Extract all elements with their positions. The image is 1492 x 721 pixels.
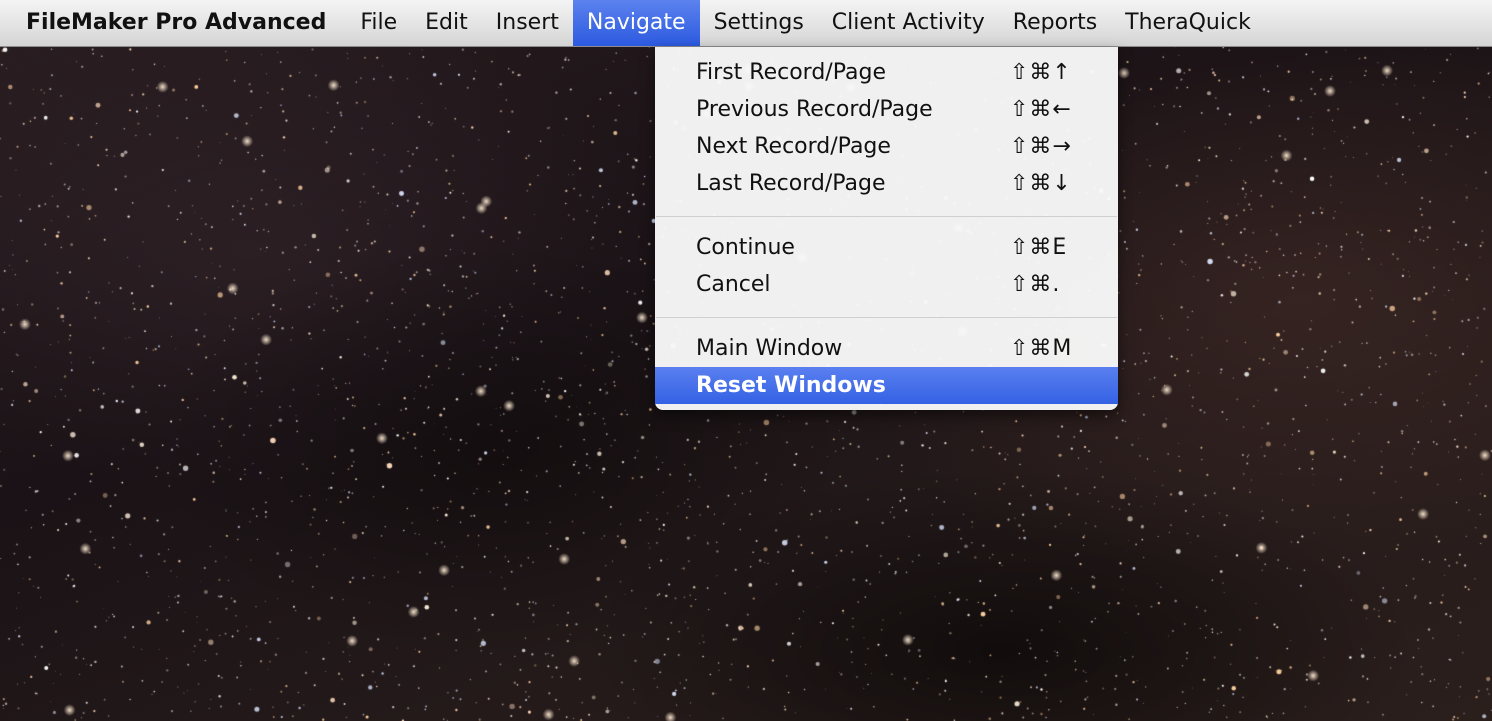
menu-item-next-record[interactable]: Next Record/Page ⇧⌘→	[655, 128, 1118, 165]
menu-item-label: Reset Windows	[696, 373, 886, 398]
menu-item-label: First Record/Page	[696, 60, 886, 85]
menu-item-shortcut: ⇧⌘←	[1010, 97, 1072, 122]
menu-item-shortcut: ⇧⌘E	[1010, 235, 1068, 260]
menu-item-label: Continue	[696, 235, 795, 260]
menu-item-first-record[interactable]: First Record/Page ⇧⌘↑	[655, 54, 1118, 91]
menu-item-previous-record[interactable]: Previous Record/Page ⇧⌘←	[655, 91, 1118, 128]
menu-settings[interactable]: Settings	[700, 0, 818, 46]
menu-item-shortcut: ⇧⌘M	[1010, 336, 1073, 361]
menu-edit[interactable]: Edit	[411, 0, 482, 46]
menu-navigate[interactable]: Navigate	[572, 0, 700, 46]
menu-item-reset-windows[interactable]: Reset Windows	[655, 367, 1118, 404]
menu-item-continue[interactable]: Continue ⇧⌘E	[655, 229, 1118, 266]
menu-app-name[interactable]: FileMaker Pro Advanced	[0, 0, 346, 46]
menu-item-shortcut: ⇧⌘↓	[1010, 171, 1072, 196]
menu-theraquick[interactable]: TheraQuick	[1111, 0, 1265, 46]
menu-item-main-window[interactable]: Main Window ⇧⌘M	[655, 330, 1118, 367]
menu-reports[interactable]: Reports	[999, 0, 1111, 46]
menu-item-last-record[interactable]: Last Record/Page ⇧⌘↓	[655, 165, 1118, 202]
navigate-dropdown-menu: First Record/Page ⇧⌘↑ Previous Record/Pa…	[655, 47, 1118, 410]
menu-item-label: Previous Record/Page	[696, 97, 933, 122]
menu-item-shortcut: ⇧⌘→	[1010, 134, 1072, 159]
menu-item-shortcut: ⇧⌘.	[1010, 272, 1061, 297]
menu-file[interactable]: File	[346, 0, 411, 46]
menu-bar: FileMaker Pro Advanced File Edit Insert …	[0, 0, 1492, 47]
menu-item-label: Next Record/Page	[696, 134, 891, 159]
menu-item-label: Main Window	[696, 336, 843, 361]
menu-separator	[656, 216, 1117, 217]
menu-insert[interactable]: Insert	[482, 0, 573, 46]
menu-separator	[656, 317, 1117, 318]
menu-client-activity[interactable]: Client Activity	[818, 0, 999, 46]
menu-item-label: Last Record/Page	[696, 171, 886, 196]
menu-item-shortcut: ⇧⌘↑	[1010, 60, 1072, 85]
menu-item-label: Cancel	[696, 272, 771, 297]
menu-item-cancel[interactable]: Cancel ⇧⌘.	[655, 266, 1118, 303]
